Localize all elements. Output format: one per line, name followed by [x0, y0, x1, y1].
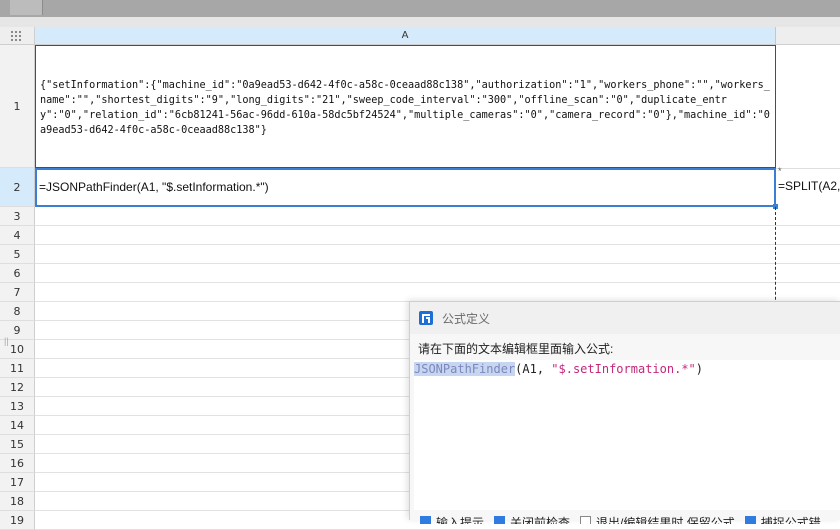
select-all-corner[interactable] [0, 27, 35, 45]
option-label: 捕捉公式错 [760, 516, 821, 524]
row-header[interactable]: 11 [0, 359, 35, 378]
row-header[interactable]: 16 [0, 454, 35, 473]
row-header[interactable]: 6 [0, 264, 35, 283]
option-checkbox[interactable]: 捕捉公式错 [744, 514, 821, 524]
cell-b1[interactable] [776, 45, 840, 169]
checkbox-icon[interactable] [494, 516, 506, 524]
top-tab-bar [0, 0, 840, 17]
toolbar-gap [0, 17, 840, 27]
formula-args: (A1, [515, 362, 552, 376]
row-header[interactable]: 14 [0, 416, 35, 435]
row-header[interactable]: 13 [0, 397, 35, 416]
formula-dialog: 公式定义 请在下面的文本编辑框里面输入公式: JSONPathFinder(A1… [409, 301, 840, 524]
formula-string: "$.setInformation.*" [551, 362, 696, 376]
row-header[interactable]: 8 [0, 302, 35, 321]
checkbox-icon[interactable] [420, 516, 431, 524]
cell-marker: * [778, 166, 782, 176]
checkbox-icon[interactable] [580, 516, 592, 524]
splitter-grip-icon[interactable]: || [4, 336, 9, 346]
dialog-options: 输入提示 关闭前检查 退出/编辑结果时 保留公式 捕捉公式错 [420, 514, 840, 524]
row-header[interactable]: 7 [0, 283, 35, 302]
row-header[interactable]: 17 [0, 473, 35, 492]
row-header[interactable]: 18 [0, 492, 35, 511]
option-checkbox[interactable]: 关闭前检查 [494, 514, 570, 524]
row-gridline [35, 225, 840, 226]
option-label: 输入提示 [436, 516, 485, 524]
row-header[interactable]: 5 [0, 245, 35, 264]
row-gridline [35, 263, 840, 264]
cell-a2[interactable]: =JSONPathFinder(A1, "$.setInformation.*"… [35, 168, 776, 207]
dialog-prompt: 请在下面的文本编辑框里面输入公式: [418, 342, 614, 356]
option-label: 关闭前检查 [510, 516, 571, 524]
column-header-a[interactable]: A [35, 27, 776, 45]
column-header-b[interactable] [776, 27, 840, 45]
row-header[interactable]: 3 [0, 207, 35, 226]
row-header[interactable]: 1 [0, 45, 35, 168]
row-header[interactable]: 4 [0, 226, 35, 245]
cell-a1[interactable]: {"setInformation":{"machine_id":"0a9ead5… [35, 45, 776, 168]
option-checkbox[interactable]: 输入提示 [420, 514, 484, 524]
checkbox-icon[interactable] [744, 516, 756, 524]
row-header[interactable]: 15 [0, 435, 35, 454]
dialog-title: 公式定义 [442, 311, 491, 326]
grid-icon [11, 30, 21, 41]
sheet-tab[interactable] [10, 0, 43, 15]
row-gridline [35, 244, 840, 245]
formula-text[interactable]: JSONPathFinder(A1, "$.setInformation.*") [414, 362, 703, 376]
row-gridline [35, 282, 840, 283]
option-checkbox[interactable]: 退出/编辑结果时 保留公式 [580, 514, 735, 524]
cell-b2[interactable]: =SPLIT(A2, [776, 168, 840, 207]
dialog-title-bar[interactable]: 公式定义 [410, 302, 840, 334]
row-header[interactable]: 19 [0, 511, 35, 530]
formula-close: ) [695, 362, 704, 376]
row-header[interactable]: 12 [0, 378, 35, 397]
formula-function: JSONPathFinder [414, 362, 516, 376]
row-header[interactable]: 2 [0, 168, 35, 207]
app-logo-icon [419, 311, 433, 325]
formula-editor[interactable]: JSONPathFinder(A1, "$.setInformation.*") [414, 360, 840, 510]
option-label: 退出/编辑结果时 保留公式 [596, 516, 735, 524]
